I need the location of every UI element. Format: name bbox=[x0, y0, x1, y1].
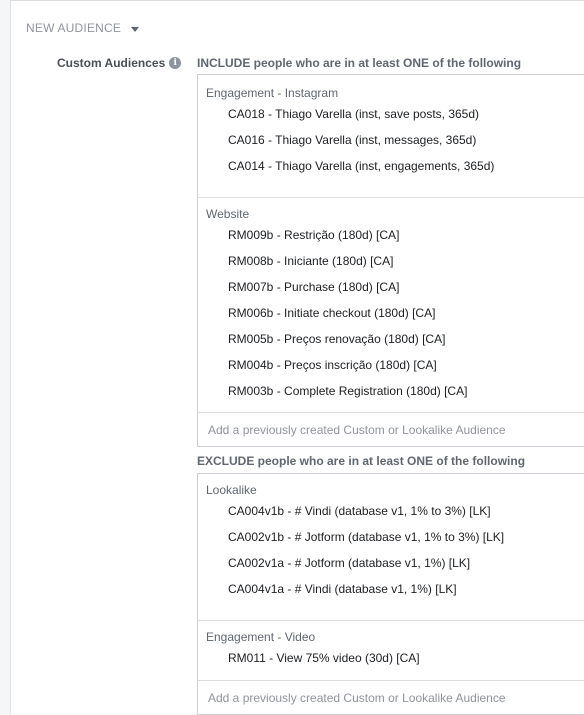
list-item[interactable]: RM008b - Iniciante (180d) [CA] bbox=[198, 248, 584, 274]
custom-audiences-label-row: Custom Audiences i bbox=[57, 56, 182, 70]
list-item[interactable]: CA002v1a - # Jotform (database v1, 1%) [… bbox=[198, 550, 584, 576]
list-item[interactable]: RM004b - Preços inscrição (180d) [CA] bbox=[198, 352, 584, 378]
group-title: Engagement - Video bbox=[206, 630, 316, 644]
exclude-group-lookalike: Lookalike CA004v1b - # Vindi (database v… bbox=[198, 474, 584, 621]
list-item[interactable]: RM011 - View 75% video (30d) [CA] bbox=[198, 645, 584, 671]
group-title: Engagement - Instagram bbox=[206, 86, 339, 100]
list-item[interactable]: RM009b - Restrição (180d) [CA] bbox=[198, 222, 584, 248]
include-audience-search-input[interactable] bbox=[198, 413, 584, 446]
list-item[interactable]: CA002v1b - # Jotform (database v1, 1% to… bbox=[198, 524, 584, 550]
list-item[interactable]: CA018 - Thiago Varella (inst, save posts… bbox=[198, 101, 584, 127]
list-item[interactable]: RM005b - Preços renovação (180d) [CA] bbox=[198, 326, 584, 352]
exclude-audience-box: Lookalike CA004v1b - # Vindi (database v… bbox=[197, 473, 584, 715]
new-audience-title: NEW AUDIENCE bbox=[26, 21, 122, 35]
list-item[interactable]: RM003b - Complete Registration (180d) [C… bbox=[198, 378, 584, 404]
include-heading: INCLUDE people who are in at least ONE o… bbox=[197, 56, 522, 70]
custom-audiences-label: Custom Audiences bbox=[57, 56, 166, 70]
include-audience-box: Engagement - Instagram CA018 - Thiago Va… bbox=[197, 74, 584, 447]
audience-card: NEW AUDIENCE Custom Audiences i INCLUDE … bbox=[10, 0, 584, 715]
list-item[interactable]: RM006b - Initiate checkout (180d) [CA] bbox=[198, 300, 584, 326]
list-item[interactable]: RM007b - Purchase (180d) [CA] bbox=[198, 274, 584, 300]
caret-down-icon bbox=[131, 27, 140, 32]
list-item[interactable]: CA016 - Thiago Varella (inst, messages, … bbox=[198, 127, 584, 153]
include-group-website: Website RM009b - Restrição (180d) [CA] R… bbox=[198, 198, 584, 413]
list-item[interactable]: CA004v1a - # Vindi (database v1, 1%) [LK… bbox=[198, 576, 584, 602]
group-title: Website bbox=[206, 207, 250, 221]
group-title: Lookalike bbox=[206, 483, 257, 497]
info-icon[interactable]: i bbox=[169, 57, 182, 69]
exclude-audience-search-input[interactable] bbox=[198, 681, 584, 714]
list-item[interactable]: CA014 - Thiago Varella (inst, engagement… bbox=[198, 153, 584, 179]
list-item[interactable]: CA004v1b - # Vindi (database v1, 1% to 3… bbox=[198, 498, 584, 524]
exclude-heading: EXCLUDE people who are in at least ONE o… bbox=[197, 454, 526, 468]
new-audience-dropdown[interactable]: NEW AUDIENCE bbox=[26, 21, 140, 35]
exclude-group-engagement-video: Engagement - Video RM011 - View 75% vide… bbox=[198, 621, 584, 681]
include-group-engagement-instagram: Engagement - Instagram CA018 - Thiago Va… bbox=[198, 75, 584, 198]
